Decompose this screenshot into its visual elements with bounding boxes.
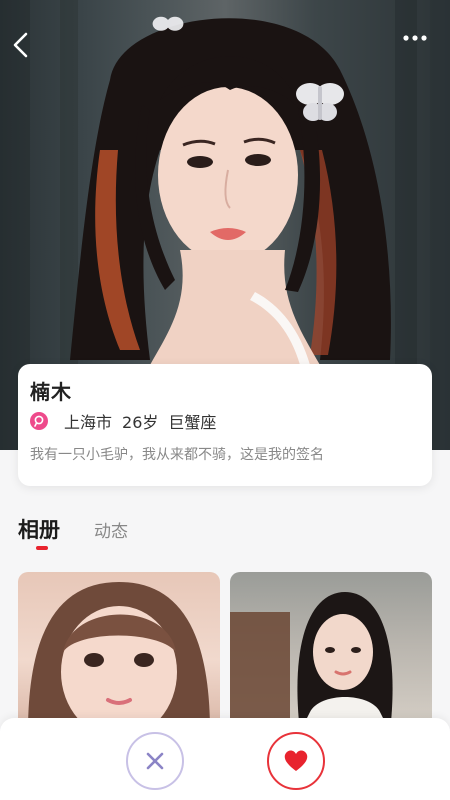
- heart-icon: [284, 750, 308, 771]
- profile-tabs: 相册 动态: [18, 514, 128, 550]
- profile-page: 楠木 上海市 26岁 巨蟹座 我有一只小毛驴，我从来都不骑，这是我的签名 相册 …: [0, 0, 450, 800]
- like-button[interactable]: [267, 732, 325, 790]
- profile-city: 上海市: [64, 413, 113, 432]
- tab-album-label: 相册: [18, 518, 60, 542]
- profile-zodiac: 巨蟹座: [168, 413, 217, 432]
- tab-active-indicator: [36, 546, 48, 550]
- profile-signature: 我有一只小毛驴，我从来都不骑，这是我的签名: [30, 447, 324, 463]
- profile-age: 26岁: [122, 413, 159, 432]
- profile-name: 楠木: [30, 380, 72, 404]
- profile-info-card: 楠木 上海市 26岁 巨蟹座 我有一只小毛驴，我从来都不骑，这是我的签名: [18, 364, 432, 486]
- more-horizontal-icon: [403, 35, 427, 41]
- album-photo-2[interactable]: [230, 572, 432, 732]
- back-button[interactable]: [10, 32, 46, 68]
- location-pin-icon: [30, 412, 48, 430]
- chevron-left-icon: [13, 32, 28, 58]
- bottom-action-bar: [0, 718, 450, 800]
- album-photo-1-image: [28, 582, 210, 732]
- dislike-button[interactable]: [126, 732, 184, 790]
- album-photo-1[interactable]: [18, 572, 220, 732]
- more-options-button[interactable]: [402, 34, 438, 66]
- tab-moments-label: 动态: [94, 522, 128, 542]
- tab-moments[interactable]: 动态: [94, 517, 128, 544]
- tab-album[interactable]: 相册: [18, 514, 60, 550]
- close-icon: [146, 752, 164, 770]
- album-photo-2-image: [230, 592, 393, 732]
- profile-meta-row: 上海市 26岁 巨蟹座: [30, 408, 216, 434]
